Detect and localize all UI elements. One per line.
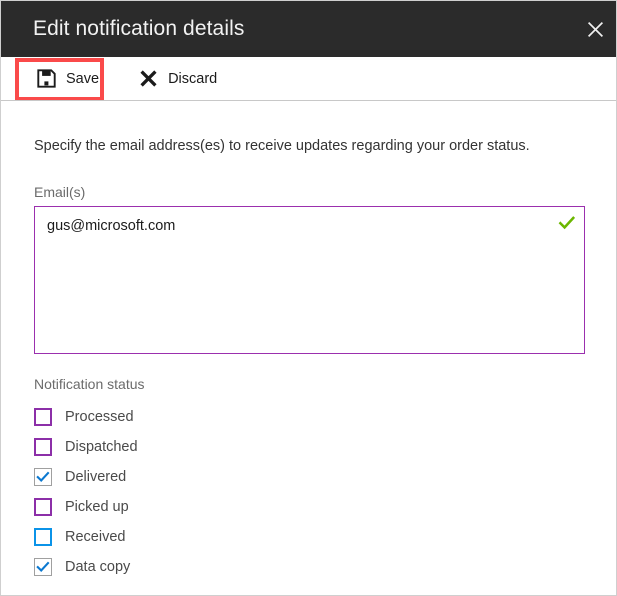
discard-button[interactable]: Discard [123,57,231,100]
checkbox-label-received: Received [65,529,126,545]
command-bar: Save Discard [1,57,616,100]
page-title: Edit notification details [33,17,245,40]
emails-field-wrapper[interactable] [34,206,585,354]
emails-input[interactable] [35,207,584,353]
checkbox-label-dispatched: Dispatched [65,439,138,455]
checkbox-dispatched[interactable] [34,438,52,456]
checkbox-label-data-copy: Data copy [65,559,131,575]
emails-field-label: Email(s) [34,184,86,200]
discard-button-label: Discard [168,70,218,87]
checkbox-row-processed[interactable]: Processed [34,402,334,432]
title-bar: Edit notification details [1,1,616,57]
notification-status-label: Notification status [34,376,145,392]
close-icon [587,21,604,38]
save-button-label: Save [66,70,100,87]
edit-notification-details-blade: Edit notification details Save Discard S… [0,0,617,596]
notification-status-list: Processed Dispatched Delivered Picked up [34,402,334,582]
checkbox-row-data-copy[interactable]: Data copy [34,552,334,582]
checkbox-data-copy[interactable] [34,558,52,576]
x-cross-icon [137,68,159,90]
checkbox-label-delivered: Delivered [65,469,127,485]
checkbox-row-received[interactable]: Received [34,522,334,552]
checkbox-row-picked-up[interactable]: Picked up [34,492,334,522]
save-button[interactable]: Save [21,57,113,100]
form-content: Specify the email address(es) to receive… [1,101,616,595]
checkbox-row-delivered[interactable]: Delivered [34,462,334,492]
checkbox-picked-up[interactable] [34,498,52,516]
checkbox-processed[interactable] [34,408,52,426]
save-floppy-icon [35,68,57,90]
checkbox-received[interactable] [34,528,52,546]
checkmark-icon [36,561,50,573]
form-description: Specify the email address(es) to receive… [34,138,530,154]
checkmark-icon [36,471,50,483]
checkbox-row-dispatched[interactable]: Dispatched [34,432,334,462]
checkbox-delivered[interactable] [34,468,52,486]
checkbox-label-processed: Processed [65,409,134,425]
close-button[interactable] [572,1,616,57]
checkbox-label-picked-up: Picked up [65,499,129,515]
